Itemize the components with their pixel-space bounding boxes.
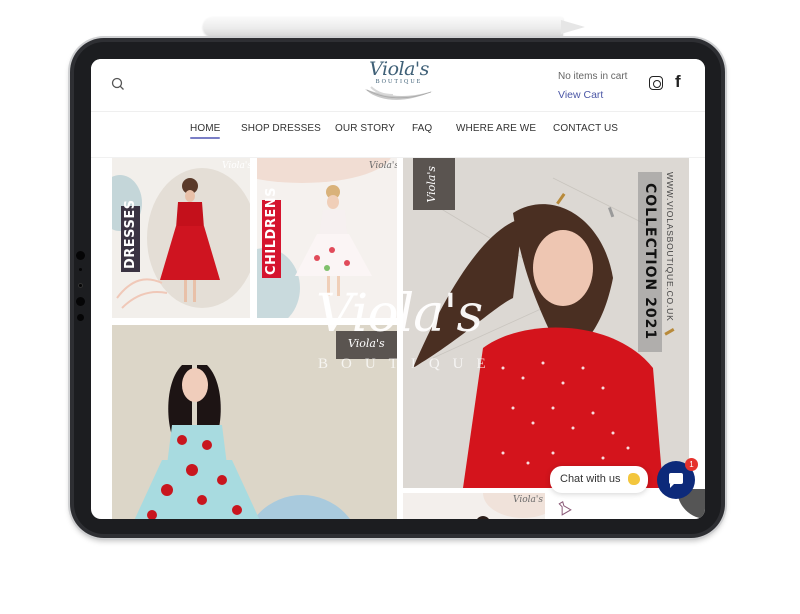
dresses-label: DRESSES	[121, 199, 140, 272]
collection-logo-box: Viola's	[413, 158, 455, 210]
waving-hand-icon	[628, 473, 640, 485]
website-screen: Viola's BOUTIQUE No items in cart View C…	[91, 59, 705, 519]
chat-notification-badge: 1	[685, 458, 698, 471]
search-icon[interactable]	[111, 77, 125, 91]
site-logo[interactable]: Viola's BOUTIQUE	[359, 59, 439, 109]
nav-item-contact-us[interactable]: CONTACT US	[553, 123, 618, 134]
pencil-tip	[561, 20, 585, 34]
nav-item-faq[interactable]: FAQ	[412, 123, 432, 134]
nav-item-home[interactable]: HOME	[190, 123, 221, 139]
tile-logo: Viola's	[222, 161, 250, 171]
overlay-logo-subtitle: BOUTIQUE	[318, 356, 499, 372]
nav-item-where-are-we[interactable]: WHERE ARE WE	[456, 123, 536, 134]
instagram-icon[interactable]	[649, 76, 663, 90]
childrens-label: CHILDRENS	[262, 187, 281, 278]
camera-lens	[77, 314, 84, 321]
nav-item-shop-dresses[interactable]: SHOP DRESSES	[241, 123, 321, 134]
camera-dot	[76, 251, 85, 260]
cart-status: No items in cart	[558, 71, 628, 82]
sensor-dot	[78, 283, 83, 288]
feather-icon	[365, 86, 433, 100]
chat-bubble-icon	[669, 473, 683, 488]
facebook-icon[interactable]: f	[675, 72, 681, 92]
stylus-pencil	[203, 17, 585, 37]
tile-logo: Viola's	[369, 161, 397, 171]
overlay-logo-script: Viola's	[316, 284, 483, 344]
camera-lens	[76, 297, 85, 306]
tile-small-preview[interactable]: Viola's	[403, 493, 545, 519]
sensor-dot	[79, 268, 82, 271]
chat-label: Chat with us	[560, 473, 621, 485]
device-mockup: Viola's BOUTIQUE No items in cart View C…	[0, 0, 800, 614]
chat-with-us-button[interactable]: Chat with us	[550, 466, 648, 493]
logo-script: Viola's	[369, 59, 429, 80]
tile-logo: Viola's	[425, 166, 438, 203]
tile-rose-dress[interactable]: Viola's	[112, 325, 397, 519]
tile-dresses[interactable]: DRESSES Viola's	[112, 158, 250, 318]
collection-title: COLLECTION 2021	[642, 183, 658, 341]
site-header: Viola's BOUTIQUE No items in cart View C…	[91, 59, 705, 112]
website-url: WWW.VIOLASBOUTIQUE.CO.UK	[665, 172, 675, 322]
tablet-frame: Viola's BOUTIQUE No items in cart View C…	[70, 38, 725, 538]
nav-item-our-story[interactable]: OUR STORY	[335, 123, 395, 134]
view-cart-link[interactable]: View Cart	[558, 89, 603, 101]
pencil-body	[203, 17, 563, 37]
dress-icon	[558, 501, 572, 516]
tile-logo: Viola's	[513, 495, 543, 505]
main-nav: HOME SHOP DRESSES OUR STORY FAQ WHERE AR…	[91, 112, 705, 158]
